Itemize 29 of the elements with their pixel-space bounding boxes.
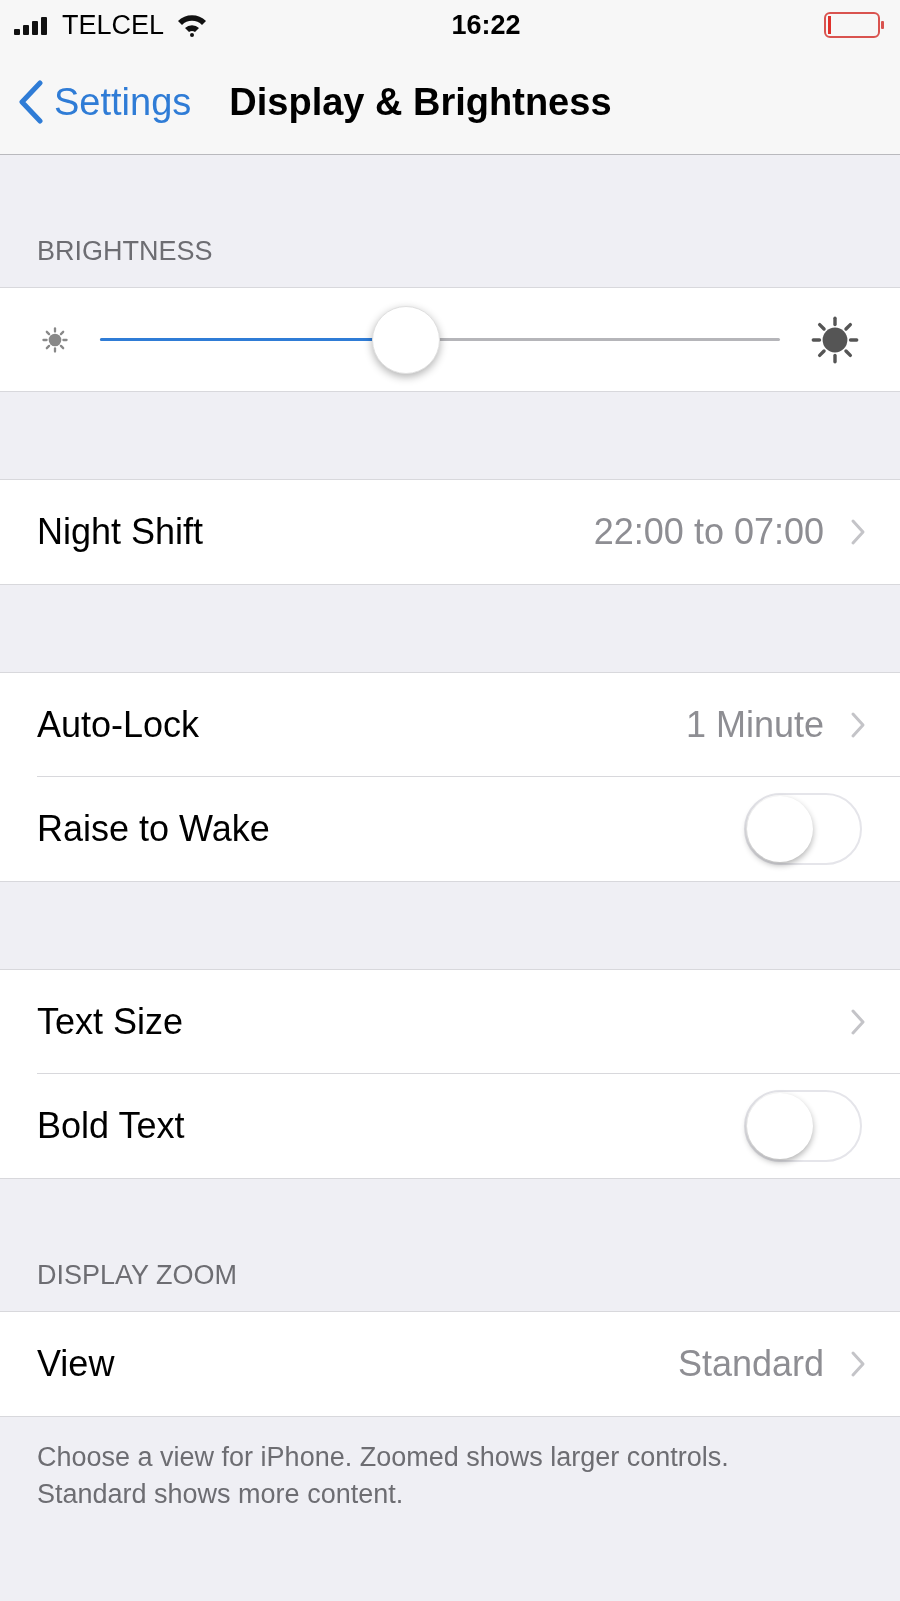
settings-row[interactable]: Text Size <box>37 970 900 1074</box>
back-chevron-icon <box>18 80 44 124</box>
row-label: Bold Text <box>37 1104 185 1148</box>
page-title: Display & Brightness <box>229 79 612 125</box>
section-header: BRIGHTNESS <box>37 234 213 268</box>
row-value: 22:00 to 07:00 <box>593 510 824 554</box>
section-footer: Choose a view for iPhone. Zoomed shows larger controls. Standard shows more content. <box>37 1439 780 1513</box>
carrier-name: TELCEL <box>62 8 165 42</box>
wifi-icon <box>176 13 209 37</box>
chevron-icon <box>850 1007 866 1036</box>
toggle-switch[interactable] <box>744 793 862 865</box>
row-label: Night Shift <box>37 510 204 554</box>
row-label: Auto-Lock <box>37 702 200 747</box>
chevron-icon <box>850 1350 866 1378</box>
section-header: DISPLAY ZOOM <box>37 1258 238 1292</box>
row-label: Raise to Wake <box>37 807 270 851</box>
chevron-icon <box>850 710 866 739</box>
brightness-slider[interactable] <box>100 304 780 375</box>
chevron-icon <box>850 518 866 546</box>
row-value: 1 Minute <box>685 702 824 747</box>
settings-row[interactable]: Auto-Lock 1 Minute <box>37 673 900 777</box>
row-label: Text Size <box>37 999 184 1044</box>
row-value: Standard <box>677 1342 824 1386</box>
toggle-switch[interactable] <box>744 1090 862 1162</box>
status-time: 16:22 <box>451 8 521 42</box>
row-label: View <box>37 1342 115 1386</box>
back-button[interactable]: Settings <box>18 73 192 131</box>
battery-icon <box>824 11 886 39</box>
slider-thumb[interactable] <box>372 305 440 374</box>
